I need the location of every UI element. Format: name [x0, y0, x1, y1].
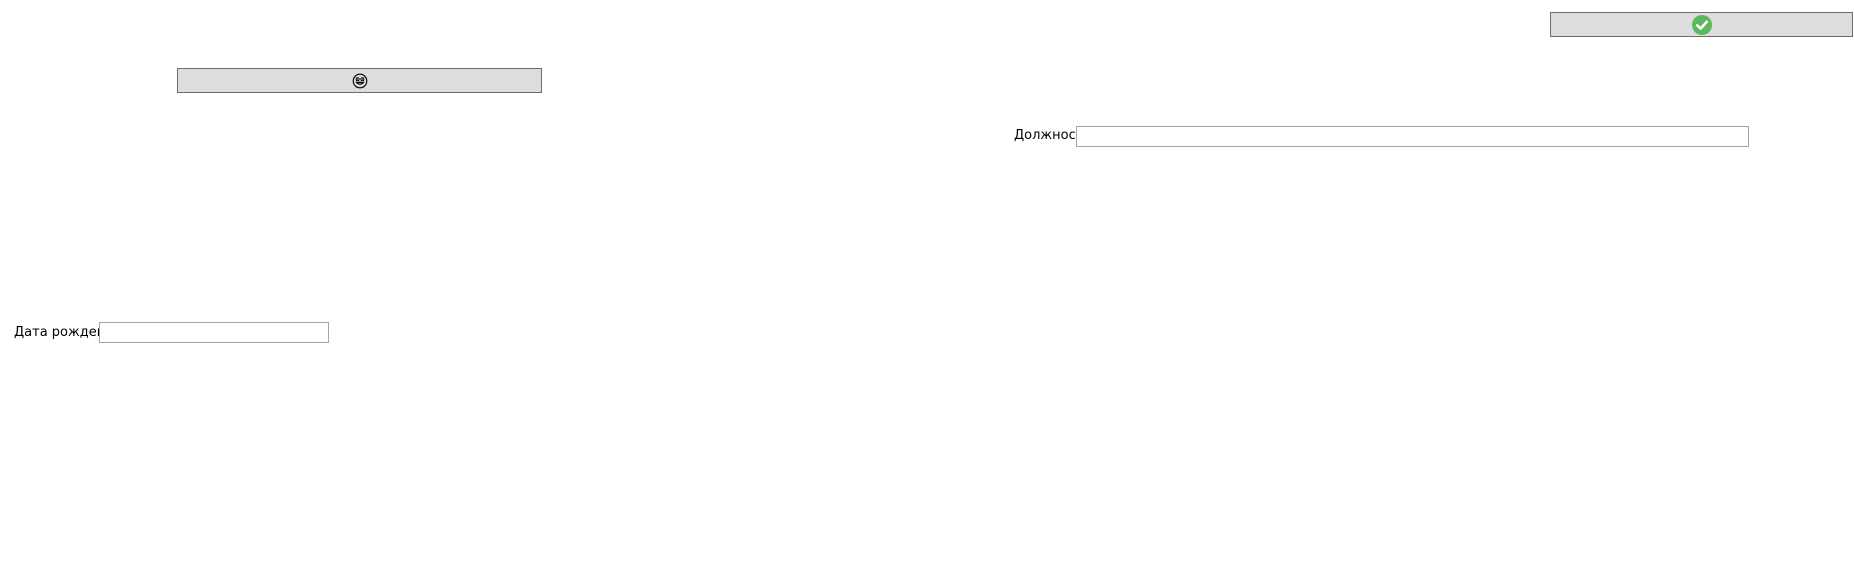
- check-circle-icon: [1691, 14, 1712, 35]
- form-canvas: Должность Дата рождения: [0, 0, 1854, 562]
- birth-date-input[interactable]: [99, 322, 329, 343]
- position-input[interactable]: [1076, 126, 1749, 147]
- confirm-button[interactable]: [1550, 12, 1853, 37]
- grinning-face-icon: [352, 73, 368, 89]
- emoji-button[interactable]: [177, 68, 542, 93]
